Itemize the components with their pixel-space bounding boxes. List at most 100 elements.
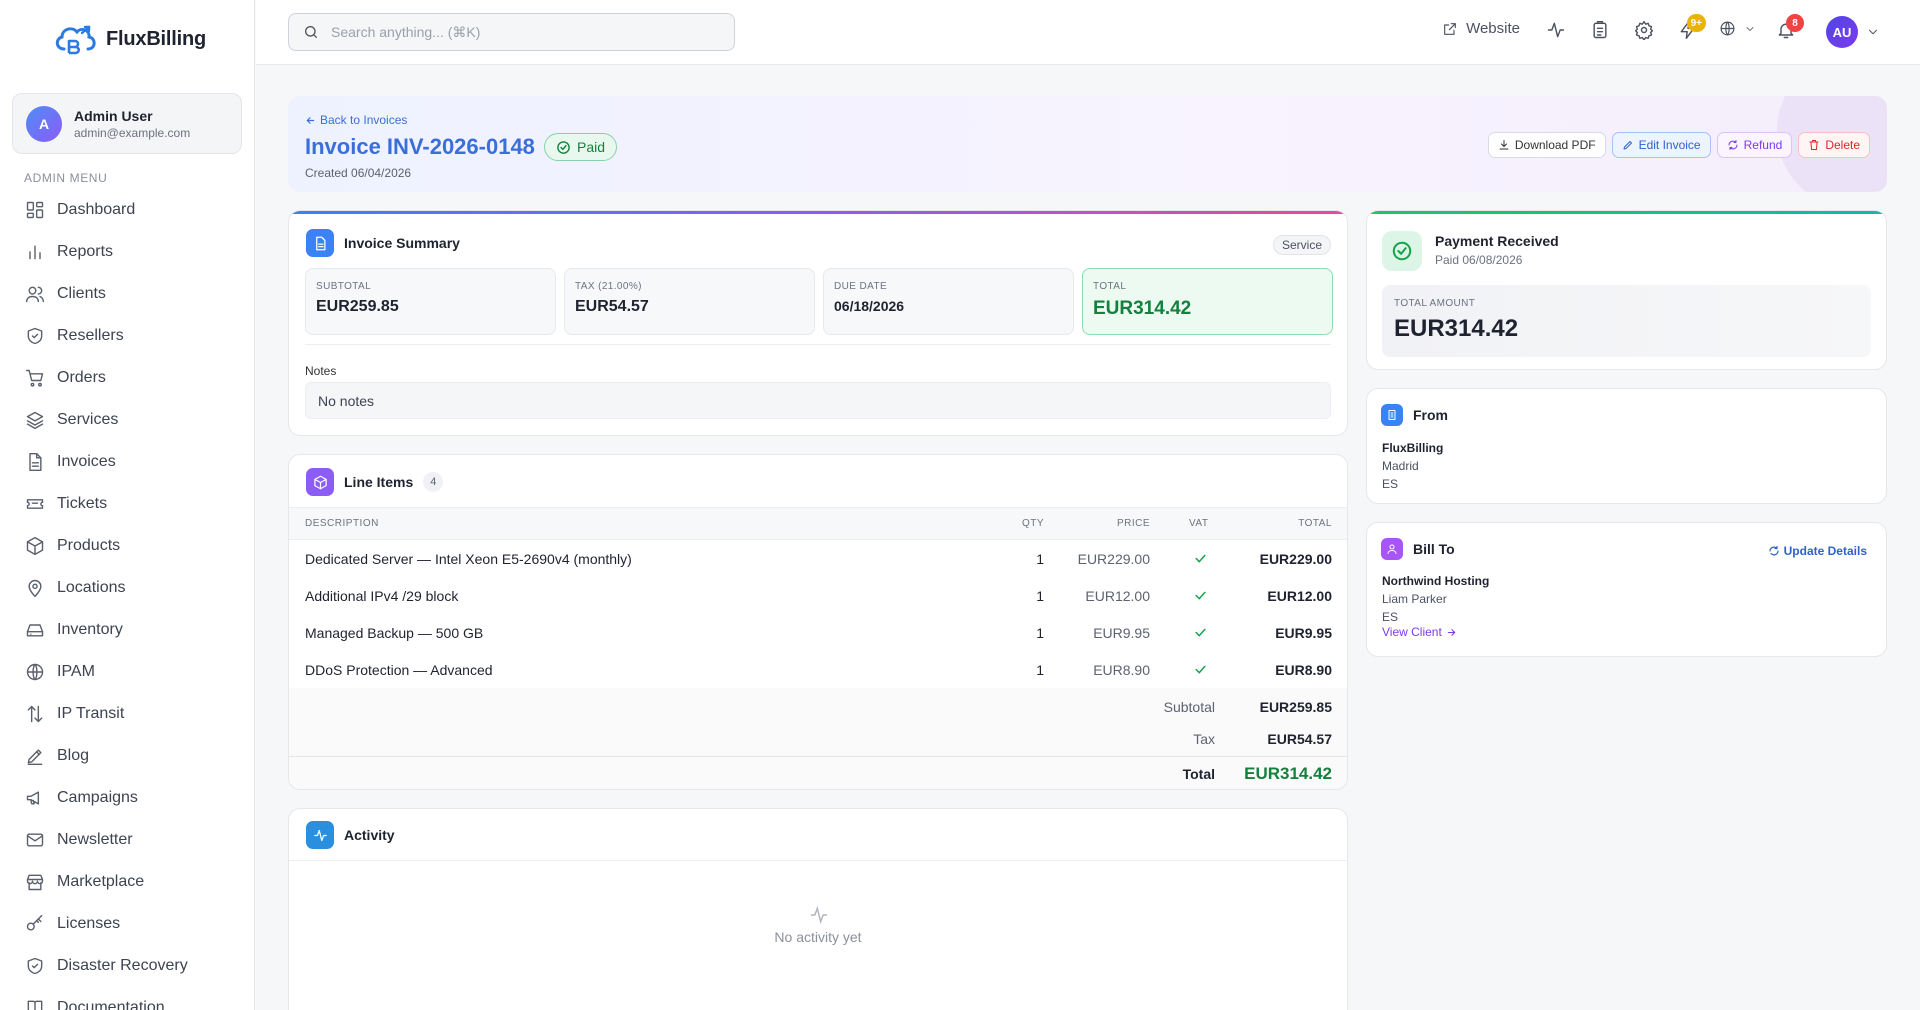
col-qty: QTY bbox=[1021, 518, 1044, 529]
language-selector[interactable] bbox=[1719, 20, 1756, 37]
item-qty: 1 bbox=[1036, 550, 1044, 567]
delete-button[interactable]: Delete bbox=[1798, 132, 1870, 158]
table-header: DESCRIPTION QTY PRICE VAT TOTAL bbox=[289, 507, 1347, 540]
check-circle-icon bbox=[1382, 231, 1422, 271]
bill-to-card: Bill To Update Details Northwind Hosting… bbox=[1366, 522, 1887, 657]
sidebar-nav: Dashboard Reports Clients Resellers Orde… bbox=[0, 189, 254, 1010]
bill-to-address: Northwind Hosting Liam Parker ES bbox=[1382, 572, 1489, 626]
bill-to-company: Northwind Hosting bbox=[1382, 574, 1490, 588]
payment-title: Payment Received bbox=[1435, 233, 1559, 249]
website-link[interactable]: Website bbox=[1442, 20, 1520, 37]
created-date: Created 06/04/2026 bbox=[305, 166, 412, 180]
empty-activity-icon bbox=[810, 905, 828, 925]
from-title-label: From bbox=[1413, 407, 1448, 423]
col-total: TOTAL bbox=[1298, 518, 1332, 529]
sidebar-item-label: Invoices bbox=[57, 453, 116, 470]
activity-title-label: Activity bbox=[344, 827, 395, 843]
bill-to-title-label: Bill To bbox=[1413, 541, 1455, 557]
search-input[interactable] bbox=[331, 24, 711, 40]
col-vat: VAT bbox=[1189, 518, 1209, 529]
sidebar-item-resellers[interactable]: Resellers bbox=[0, 315, 254, 357]
sidebar-item-reports[interactable]: Reports bbox=[0, 231, 254, 273]
arrows-icon bbox=[27, 705, 43, 723]
check-icon bbox=[1195, 628, 1206, 637]
search-box[interactable] bbox=[288, 13, 735, 51]
activity-card: Activity No activity yet bbox=[288, 808, 1348, 1010]
payment-card: Payment Received Paid 06/08/2026 TOTAL A… bbox=[1366, 210, 1887, 370]
col-price: PRICE bbox=[1116, 518, 1150, 529]
quick-actions-button[interactable]: 9+ bbox=[1678, 14, 1706, 40]
lightning-badge: 9+ bbox=[1686, 14, 1706, 32]
sidebar-item-label: Resellers bbox=[57, 327, 124, 344]
sidebar-item-products[interactable]: Products bbox=[0, 525, 254, 567]
type-badge: Service bbox=[1272, 235, 1331, 255]
back-link[interactable]: Back to Invoices bbox=[305, 113, 407, 127]
tasks-button[interactable] bbox=[1590, 20, 1610, 40]
check-icon bbox=[1195, 554, 1206, 563]
sidebar-item-orders[interactable]: Orders bbox=[0, 357, 254, 399]
activity-title: Activity bbox=[306, 821, 395, 849]
sidebar-item-invoices[interactable]: Invoices bbox=[0, 441, 254, 483]
view-client-link[interactable]: View Client bbox=[1382, 625, 1457, 639]
update-details-button[interactable]: Update Details bbox=[1768, 544, 1867, 558]
cart-icon bbox=[25, 369, 44, 387]
item-price: EUR8.90 bbox=[1093, 661, 1150, 678]
card-accent-bar bbox=[1367, 211, 1886, 214]
activity-button[interactable] bbox=[1546, 20, 1566, 40]
sidebar-item-tickets[interactable]: Tickets bbox=[0, 483, 254, 525]
item-qty: 1 bbox=[1036, 661, 1044, 678]
bill-to-country: ES bbox=[1382, 610, 1399, 624]
tax-value: EUR54.57 bbox=[1267, 731, 1332, 747]
arrow-left-icon bbox=[306, 116, 315, 124]
subtotal-row: Subtotal EUR259.85 bbox=[289, 692, 1347, 722]
total-stat: TOTAL EUR314.42 bbox=[1082, 268, 1333, 335]
settings-button[interactable] bbox=[1634, 20, 1654, 40]
sidebar-item-campaigns[interactable]: Campaigns bbox=[0, 777, 254, 819]
sidebar-item-label: IP Transit bbox=[57, 705, 125, 722]
sidebar-item-newsletter[interactable]: Newsletter bbox=[0, 819, 254, 861]
refund-button[interactable]: Refund bbox=[1716, 132, 1793, 158]
sidebar-item-dashboard[interactable]: Dashboard bbox=[0, 189, 254, 231]
trash-icon bbox=[1809, 140, 1819, 150]
total-label: TOTAL bbox=[1093, 281, 1127, 292]
from-address: FluxBilling Madrid ES bbox=[1382, 439, 1443, 493]
status-badge: Paid bbox=[544, 133, 618, 161]
user-card[interactable]: A Admin User admin@example.com bbox=[12, 93, 242, 154]
package-icon bbox=[306, 468, 334, 496]
key-icon bbox=[26, 914, 43, 931]
notifications-button[interactable]: 8 bbox=[1776, 14, 1804, 40]
notification-badge: 8 bbox=[1786, 14, 1804, 32]
sidebar-item-marketplace[interactable]: Marketplace bbox=[0, 861, 254, 903]
sidebar-item-label: Marketplace bbox=[57, 873, 145, 890]
from-company: FluxBilling bbox=[1382, 441, 1444, 455]
sidebar-item-ip-transit[interactable]: IP Transit bbox=[0, 693, 254, 735]
box-icon bbox=[26, 536, 44, 556]
item-total: EUR8.90 bbox=[1275, 661, 1332, 678]
tax-label: TAX (21.00%) bbox=[575, 281, 642, 292]
sidebar-item-disaster-recovery[interactable]: Disaster Recovery bbox=[0, 945, 254, 987]
sidebar-item-documentation[interactable]: Documentation bbox=[0, 987, 254, 1010]
check-icon bbox=[1195, 591, 1206, 600]
sidebar-item-licenses[interactable]: Licenses bbox=[0, 903, 254, 945]
tax-label: Tax bbox=[1193, 731, 1215, 747]
sidebar-item-clients[interactable]: Clients bbox=[0, 273, 254, 315]
summary-title: Invoice Summary bbox=[306, 229, 460, 257]
sidebar-item-services[interactable]: Services bbox=[0, 399, 254, 441]
sidebar-item-inventory[interactable]: Inventory bbox=[0, 609, 254, 651]
total-value: EUR314.42 bbox=[1093, 298, 1192, 319]
app-logo[interactable]: FluxBilling bbox=[0, 0, 254, 78]
refresh-icon bbox=[1769, 545, 1779, 556]
download-pdf-button[interactable]: Download PDF bbox=[1487, 132, 1606, 158]
megaphone-icon bbox=[26, 791, 40, 805]
item-price: EUR229.00 bbox=[1077, 550, 1150, 567]
edit-invoice-button[interactable]: Edit Invoice bbox=[1611, 132, 1711, 158]
chevron-down-icon bbox=[1869, 29, 1877, 35]
sidebar-item-locations[interactable]: Locations bbox=[0, 567, 254, 609]
sidebar-item-label: Services bbox=[57, 411, 119, 428]
sidebar-item-ipam[interactable]: IPAM bbox=[0, 651, 254, 693]
mail-icon bbox=[26, 833, 44, 847]
card-accent-bar bbox=[289, 211, 1347, 214]
user-menu[interactable]: AU bbox=[1826, 16, 1880, 48]
sidebar-item-blog[interactable]: Blog bbox=[0, 735, 254, 777]
edit-label: Edit Invoice bbox=[1638, 138, 1701, 152]
